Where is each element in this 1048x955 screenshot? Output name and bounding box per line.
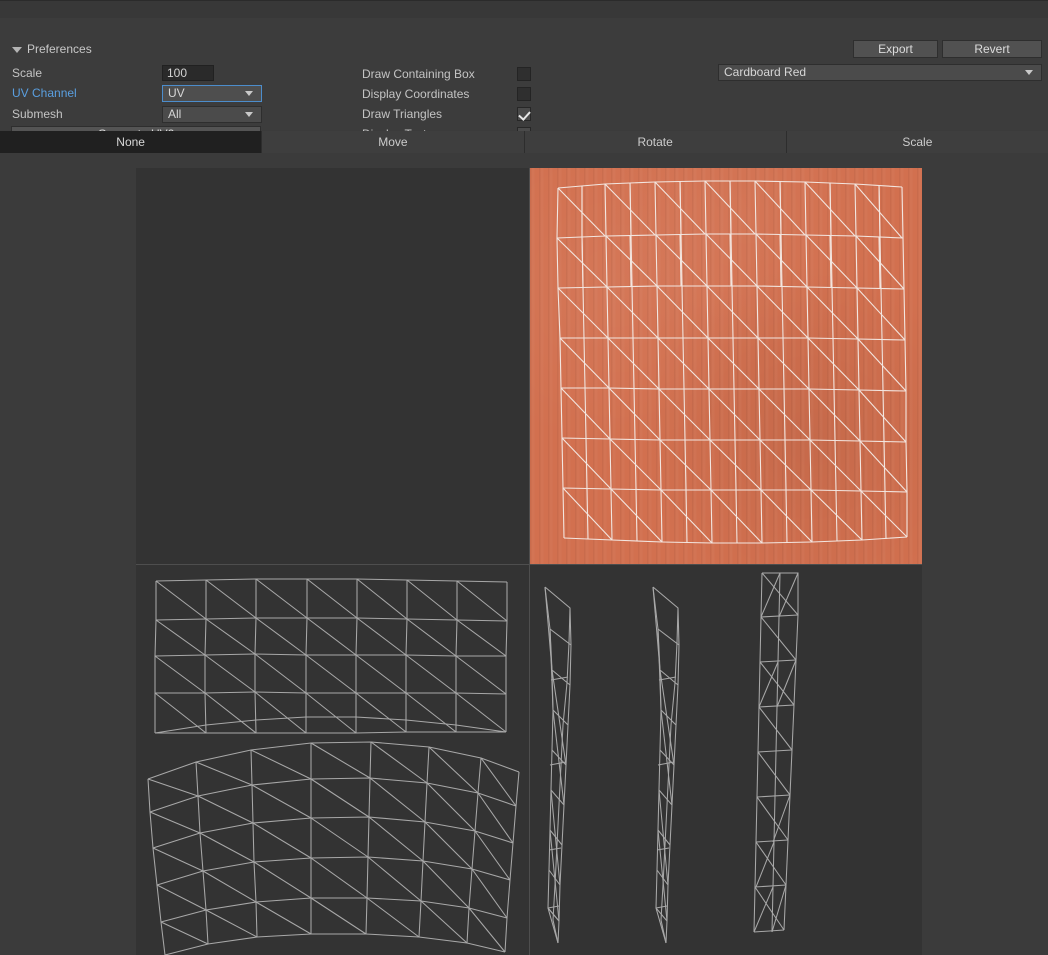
- pref-row-scale: Scale: [12, 65, 214, 81]
- material-dropdown[interactable]: Cardboard Red: [718, 64, 1042, 81]
- preferences-foldout[interactable]: Preferences: [12, 42, 92, 56]
- submesh-label: Submesh: [12, 107, 63, 121]
- option-draw-containing-box: Draw Containing Box: [362, 66, 531, 82]
- tool-tabbar: None Move Rotate Scale: [0, 131, 1048, 153]
- scale-label: Scale: [12, 66, 43, 80]
- uv-channel-label: UV Channel: [12, 86, 77, 100]
- triangle-down-icon: [12, 46, 22, 53]
- tab-move[interactable]: Move: [262, 131, 525, 153]
- submesh-dropdown[interactable]: All: [162, 105, 262, 123]
- export-button[interactable]: Export: [853, 40, 938, 58]
- uv-canvas-area[interactable]: [0, 153, 1048, 955]
- wireframe-quadrant-bottom-left: [147, 578, 520, 955]
- draw-triangles-label: Draw Triangles: [362, 107, 443, 121]
- display-coordinates-label: Display Coordinates: [362, 87, 470, 101]
- option-display-coordinates: Display Coordinates: [362, 86, 531, 102]
- chevron-down-icon: [245, 111, 253, 117]
- chevron-down-icon: [1025, 70, 1033, 75]
- draw-containing-box-checkbox[interactable]: [517, 67, 531, 81]
- scale-input[interactable]: [162, 65, 214, 81]
- preferences-panel: Preferences Scale UV Channel UV Submesh …: [0, 18, 1048, 143]
- pref-row-submesh: Submesh All: [12, 105, 262, 123]
- tab-scale[interactable]: Scale: [786, 131, 1048, 153]
- tab-rotate[interactable]: Rotate: [524, 131, 787, 153]
- submesh-value: All: [168, 106, 182, 121]
- window-top-strip: [0, 0, 1048, 18]
- draw-triangles-checkbox[interactable]: [517, 107, 531, 121]
- preferences-header-label: Preferences: [27, 42, 92, 56]
- wireframe-quadrant-bottom-right: [544, 572, 799, 944]
- option-draw-triangles: Draw Triangles: [362, 106, 531, 122]
- display-coordinates-checkbox[interactable]: [517, 87, 531, 101]
- material-value: Cardboard Red: [724, 65, 807, 79]
- uv-canvas[interactable]: [136, 168, 922, 955]
- texture-quadrant: [530, 168, 922, 564]
- tab-none[interactable]: None: [0, 131, 263, 153]
- uv-shell-wireframe-textured: [556, 180, 908, 544]
- uv-channel-value: UV: [168, 85, 185, 100]
- uv-channel-dropdown[interactable]: UV: [162, 84, 262, 102]
- draw-containing-box-label: Draw Containing Box: [362, 67, 475, 81]
- revert-button[interactable]: Revert: [942, 40, 1042, 58]
- pref-row-uv-channel: UV Channel UV: [12, 84, 262, 102]
- chevron-down-icon: [245, 90, 253, 96]
- uv-editor-window: Preferences Scale UV Channel UV Submesh …: [0, 0, 1048, 955]
